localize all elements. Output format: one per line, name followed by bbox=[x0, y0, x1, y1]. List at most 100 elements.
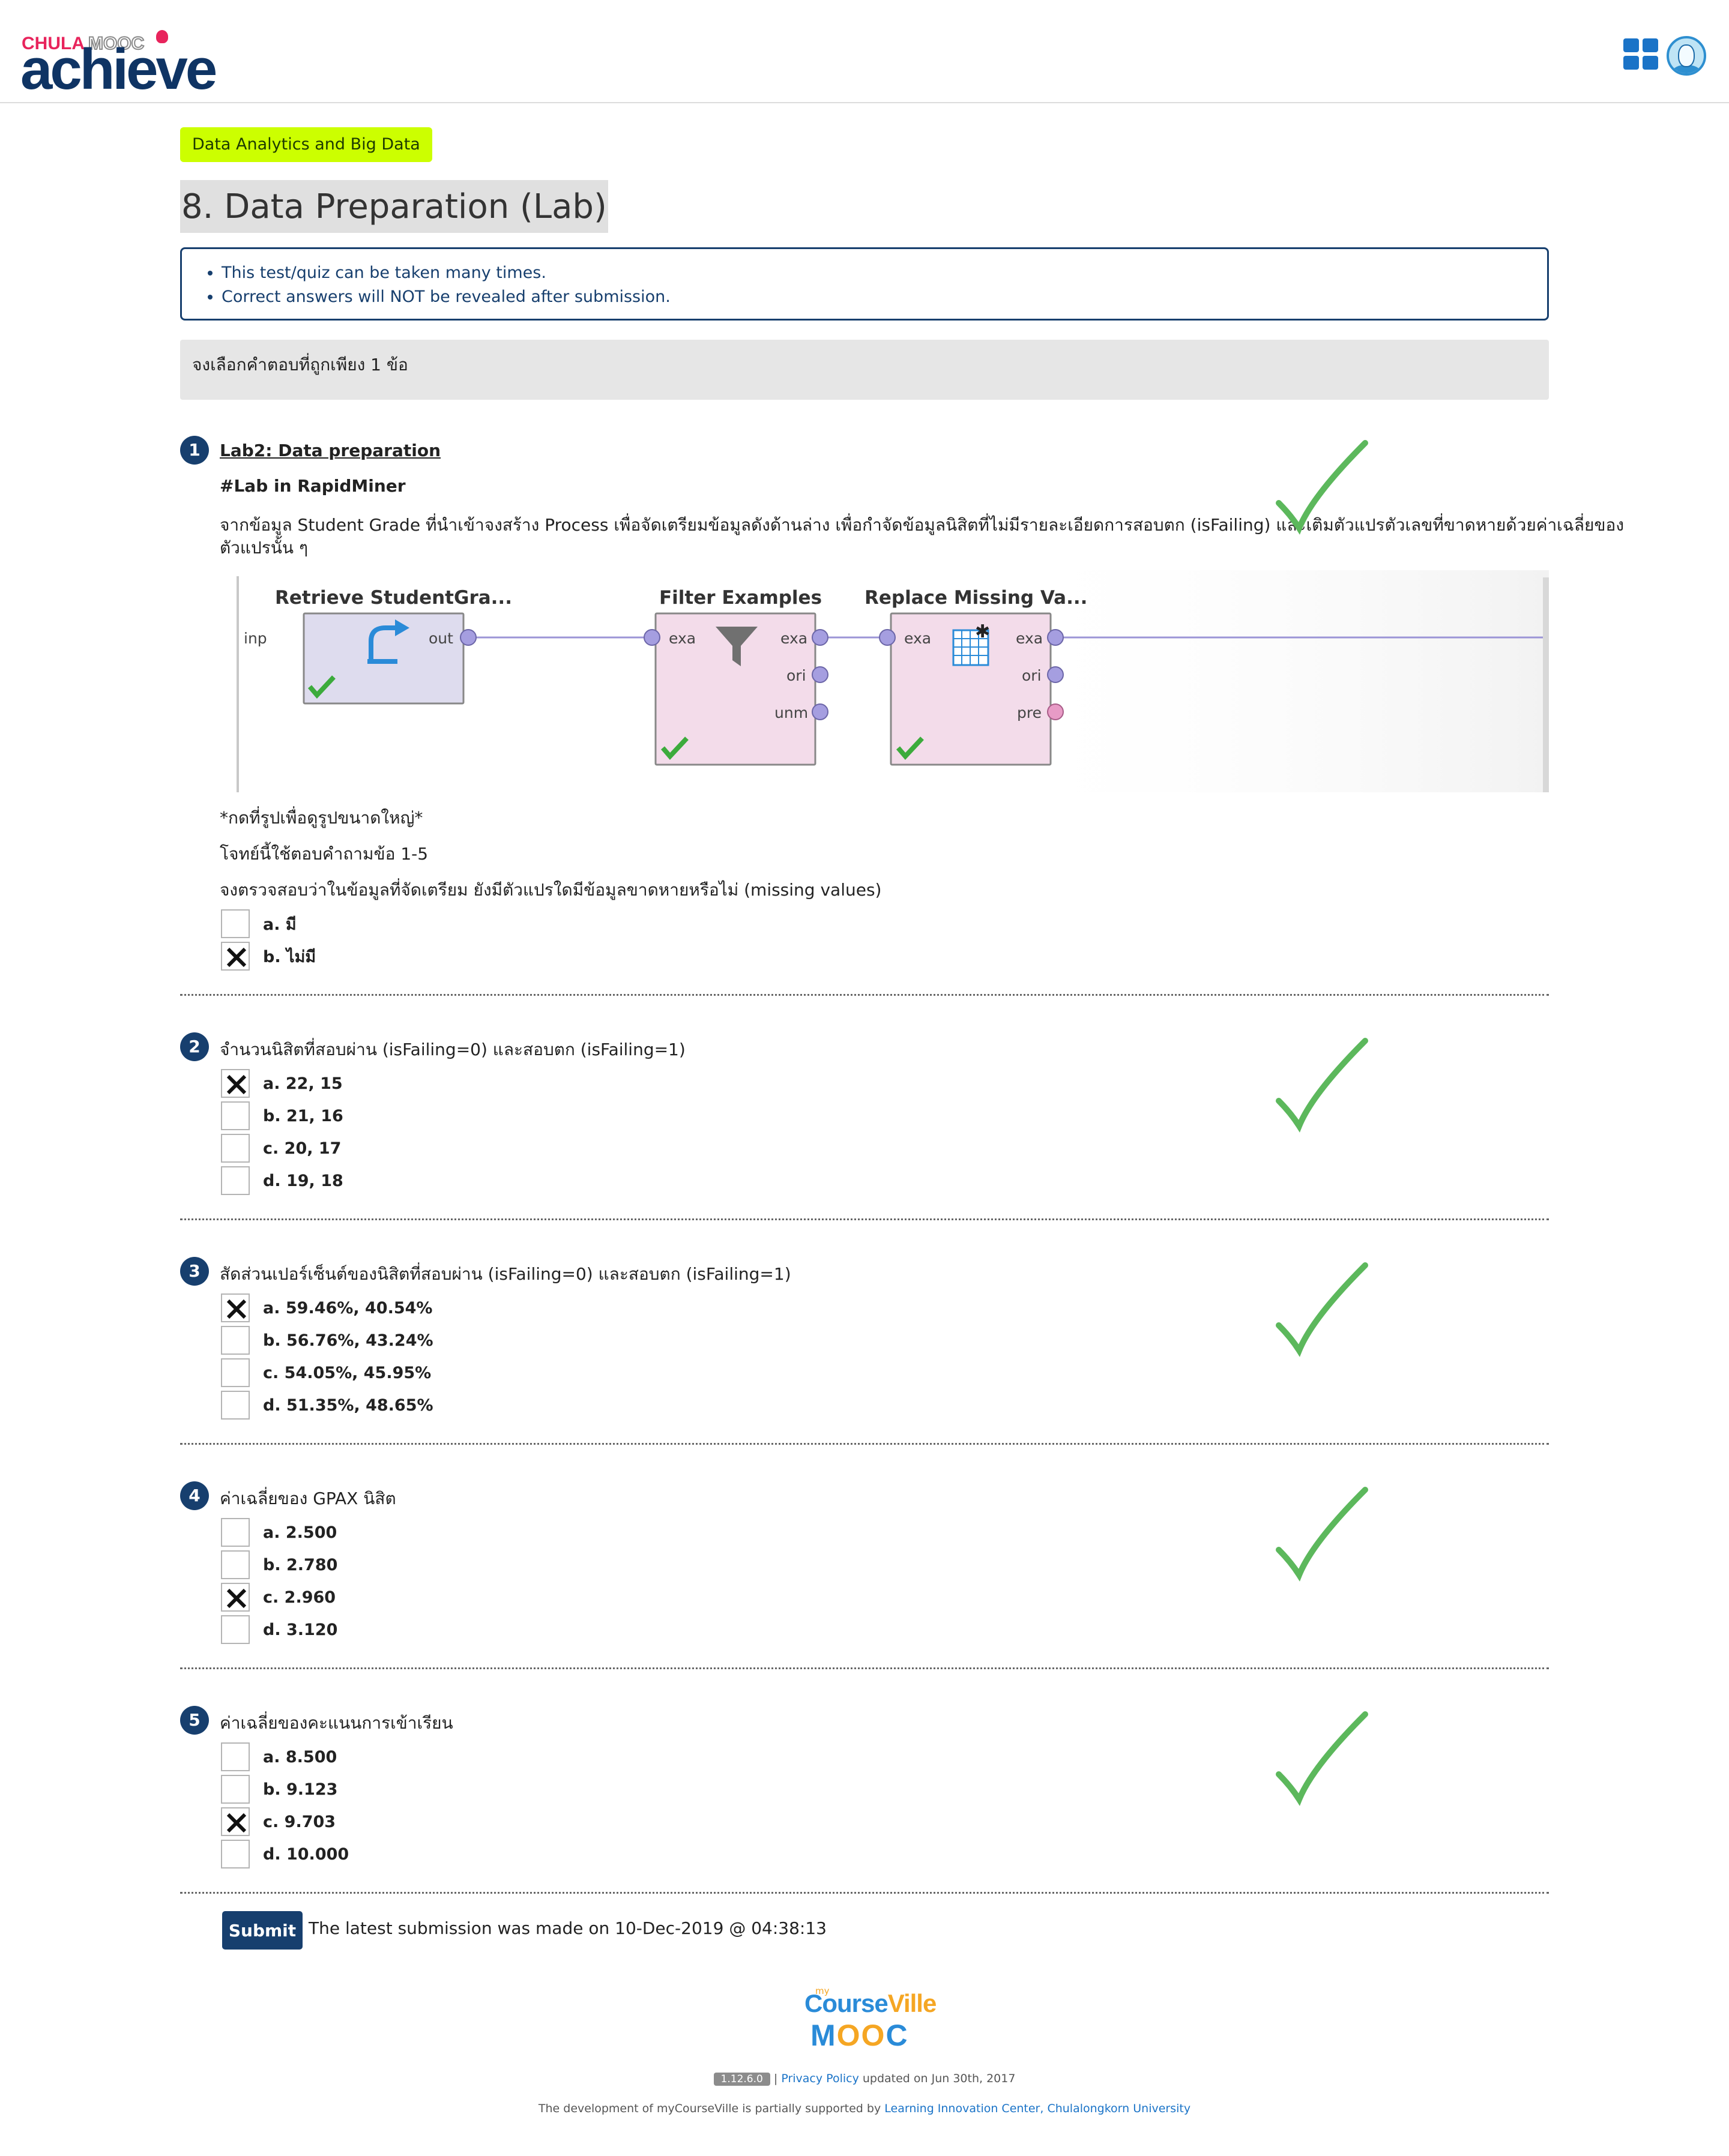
operator-replace-input-label: exa bbox=[904, 630, 931, 647]
chula-mooc-achieve-logo[interactable]: CHULA MOOC achieve bbox=[20, 26, 217, 98]
option-label: a. มี bbox=[263, 915, 297, 934]
option-label: a. 8.500 bbox=[263, 1747, 337, 1766]
option-label: d. 3.120 bbox=[263, 1620, 338, 1639]
check-mark-icon bbox=[1276, 1711, 1368, 1806]
answer-checkbox[interactable] bbox=[221, 1583, 250, 1612]
option-label: c. 20, 17 bbox=[263, 1139, 342, 1158]
answer-checkbox[interactable] bbox=[221, 1775, 250, 1804]
option-a[interactable]: a. 2.500 bbox=[221, 1517, 337, 1547]
answer-checkbox[interactable] bbox=[221, 1293, 250, 1322]
selected-x-icon bbox=[226, 1074, 247, 1095]
question-number-badge: 2 bbox=[180, 1032, 209, 1061]
check-mark-icon bbox=[1276, 1038, 1368, 1133]
usage-note: โจทย์นี้ใช้ตอบคำถามข้อ 1-5 bbox=[220, 844, 429, 864]
answer-checkbox[interactable] bbox=[221, 1326, 250, 1355]
question-divider bbox=[180, 1443, 1549, 1445]
question-description-cont: ตัวแปรนั้น ๆ bbox=[220, 538, 308, 558]
answer-checkbox[interactable] bbox=[221, 1615, 250, 1644]
answer-checkbox[interactable] bbox=[221, 942, 250, 971]
option-a[interactable]: a. 8.500 bbox=[221, 1742, 337, 1772]
lab-subtitle: #Lab in RapidMiner bbox=[220, 476, 406, 496]
question-number-badge: 1 bbox=[180, 436, 209, 465]
option-b[interactable]: b. 2.780 bbox=[221, 1550, 337, 1580]
option-b[interactable]: b. 9.123 bbox=[221, 1774, 337, 1804]
course-tag[interactable]: Data Analytics and Big Data bbox=[180, 127, 432, 162]
answer-checkbox[interactable] bbox=[221, 1742, 250, 1771]
option-c[interactable]: c. 9.703 bbox=[221, 1807, 336, 1837]
option-label: a. 59.46%, 40.54% bbox=[263, 1298, 433, 1317]
option-a[interactable]: a. 22, 15 bbox=[221, 1068, 343, 1098]
question-text: ค่าเฉลี่ยของคะแนนการเข้าเรียน bbox=[220, 1713, 453, 1733]
question-number-badge: 4 bbox=[180, 1481, 209, 1510]
option-d[interactable]: d. 51.35%, 48.65% bbox=[221, 1390, 433, 1420]
selected-x-icon bbox=[226, 1588, 247, 1609]
footer-separator: | bbox=[770, 2072, 782, 2085]
option-b[interactable]: b. 56.76%, 43.24% bbox=[221, 1325, 433, 1355]
version-badge: 1.12.6.0 bbox=[713, 2073, 770, 2086]
operator-filter-input-label: exa bbox=[669, 630, 696, 647]
check-mark-icon bbox=[1276, 1487, 1368, 1582]
operator-replace-title: Replace Missing Va... bbox=[864, 587, 1087, 609]
footer-version-line: 1.12.6.0 | Privacy Policy updated on Jun… bbox=[0, 2072, 1729, 2086]
operator-replace-output-label: exa bbox=[1016, 630, 1043, 647]
option-d[interactable]: d. 19, 18 bbox=[221, 1166, 343, 1196]
option-d[interactable]: d. 3.120 bbox=[221, 1615, 337, 1645]
operator-replace-output-label: pre bbox=[1017, 704, 1042, 721]
operator-filter-output-label: exa bbox=[780, 630, 807, 647]
footer-support-line: The development of myCourseVille is part… bbox=[0, 2102, 1729, 2115]
option-d[interactable]: d. 10.000 bbox=[221, 1839, 349, 1869]
option-a[interactable]: a. 59.46%, 40.54% bbox=[221, 1293, 432, 1323]
logo-courseville-text: CourseVille bbox=[804, 1989, 937, 2017]
option-b[interactable]: b. 21, 16 bbox=[221, 1101, 343, 1131]
answer-checkbox[interactable] bbox=[221, 1101, 250, 1130]
answer-checkbox[interactable] bbox=[221, 909, 250, 938]
mycourseville-mooc-logo[interactable]: my CourseVille MOOC bbox=[798, 1981, 937, 2053]
selected-x-icon bbox=[226, 1813, 247, 1833]
support-text: The development of myCourseVille is part… bbox=[538, 2102, 885, 2115]
operator-retrieve-input-label: inp bbox=[244, 630, 267, 647]
option-label: b. 2.780 bbox=[263, 1555, 338, 1574]
user-avatar-icon[interactable] bbox=[1667, 36, 1706, 76]
answer-checkbox[interactable] bbox=[221, 1134, 250, 1163]
apps-grid-icon[interactable] bbox=[1623, 38, 1658, 70]
learning-innovation-link[interactable]: Learning Innovation Center, Chulalongkor… bbox=[884, 2102, 1190, 2115]
answer-checkbox[interactable] bbox=[221, 1166, 250, 1195]
answer-checkbox[interactable] bbox=[221, 1840, 250, 1868]
operator-retrieve-output-label: out bbox=[429, 630, 453, 647]
option-b[interactable]: b. ไม่มี bbox=[221, 941, 316, 971]
check-mark-icon bbox=[1276, 440, 1368, 535]
answer-checkbox[interactable] bbox=[221, 1391, 250, 1420]
answer-checkbox[interactable] bbox=[221, 1807, 250, 1836]
answer-checkbox[interactable] bbox=[221, 1358, 250, 1387]
operator-retrieve-title: Retrieve StudentGra... bbox=[275, 587, 512, 609]
option-label: d. 19, 18 bbox=[263, 1171, 343, 1190]
option-label: c. 54.05%, 45.95% bbox=[263, 1363, 432, 1382]
operator-filter-title: Filter Examples bbox=[659, 587, 822, 609]
svg-text:✱: ✱ bbox=[975, 621, 990, 642]
answer-checkbox[interactable] bbox=[221, 1518, 250, 1547]
selected-x-icon bbox=[226, 1299, 247, 1319]
privacy-policy-link[interactable]: Privacy Policy bbox=[781, 2072, 858, 2085]
question-number-badge: 5 bbox=[180, 1706, 209, 1735]
instruction-box: จงเลือกคำตอบที่ถูกเพียง 1 ข้อ bbox=[180, 340, 1549, 400]
logo-dot-icon bbox=[156, 30, 168, 43]
operator-filter-output-label: ori bbox=[786, 667, 806, 684]
option-label: c. 2.960 bbox=[263, 1588, 336, 1607]
submit-button[interactable]: Submit bbox=[222, 1911, 303, 1950]
option-c[interactable]: c. 2.960 bbox=[221, 1582, 336, 1612]
answer-checkbox[interactable] bbox=[221, 1069, 250, 1098]
option-c[interactable]: c. 20, 17 bbox=[221, 1133, 341, 1163]
check-mark-icon bbox=[1276, 1262, 1368, 1357]
selected-x-icon bbox=[226, 947, 247, 968]
option-label: b. 56.76%, 43.24% bbox=[263, 1331, 433, 1350]
operator-replace-output-label: ori bbox=[1022, 667, 1042, 684]
option-c[interactable]: c. 54.05%, 45.95% bbox=[221, 1358, 431, 1388]
option-label: a. 22, 15 bbox=[263, 1074, 343, 1093]
option-a[interactable]: a. มี bbox=[221, 909, 297, 939]
notice-item: Correct answers will NOT be revealed aft… bbox=[222, 285, 1547, 309]
top-bar: CHULA MOOC achieve bbox=[0, 0, 1729, 103]
process-diagram-image[interactable]: Retrieve StudentGra... inp out Filter Ex… bbox=[220, 570, 1549, 792]
answer-checkbox[interactable] bbox=[221, 1550, 250, 1579]
zoom-note: *กดที่รูปเพื่อดูรูปขนาดใหญ่* bbox=[220, 808, 423, 828]
lab-link[interactable]: Lab2: Data preparation bbox=[220, 441, 441, 460]
